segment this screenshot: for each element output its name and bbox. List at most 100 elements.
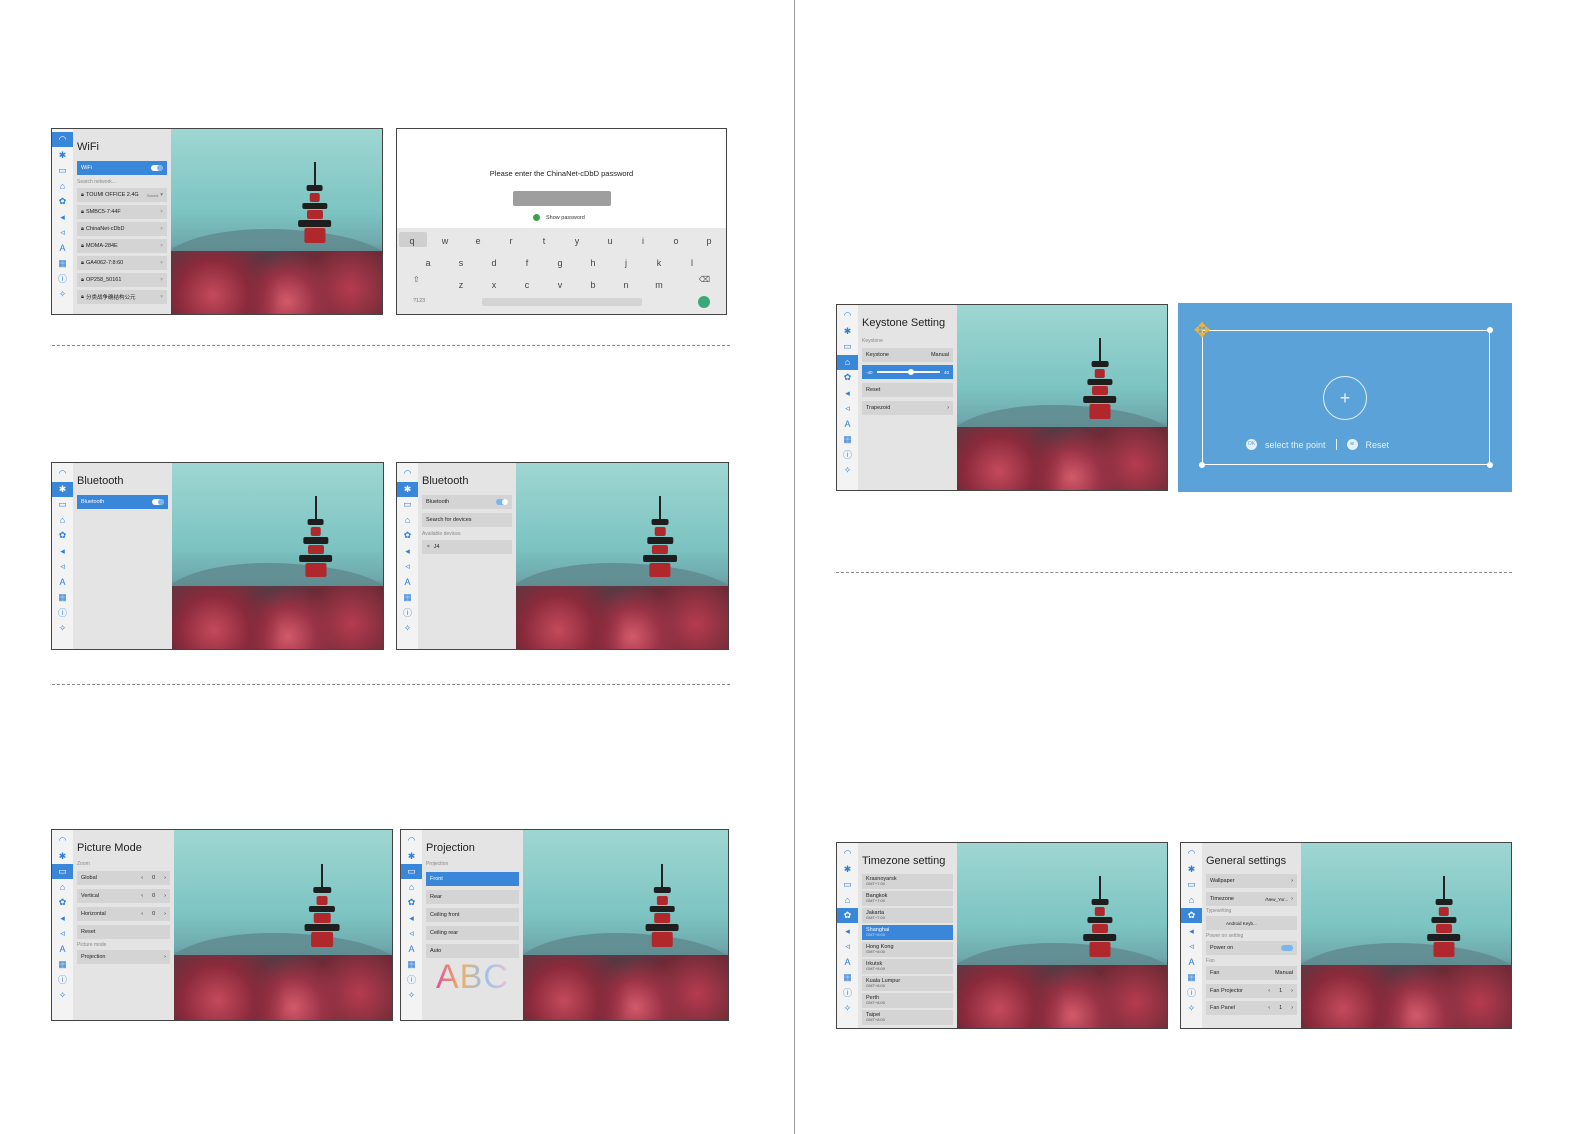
wifi-network-row[interactable]: 🔒︎ OP258_50161 ▾ [77, 273, 167, 287]
info-icon[interactable]: ⓘ [397, 606, 418, 621]
symbols-key[interactable]: ?123 [413, 298, 425, 304]
projection-option[interactable]: Auto [426, 944, 519, 958]
chevron-left-icon[interactable]: ‹ [141, 893, 143, 899]
system-icon[interactable]: ✧ [52, 621, 73, 636]
device-row[interactable]: ⁕ J4 [422, 540, 512, 554]
speaker-icon[interactable]: ◂ [397, 544, 418, 559]
volume-icon[interactable]: ◃ [401, 926, 422, 941]
keyboard-key[interactable]: i [636, 236, 650, 246]
speaker-icon[interactable]: ◂ [52, 544, 73, 559]
wifi-icon[interactable]: ◠ [837, 308, 858, 323]
keyboard-key[interactable]: a [421, 258, 435, 268]
system-icon[interactable]: ✧ [837, 1001, 858, 1016]
apps-icon[interactable]: ▦ [837, 432, 858, 447]
power-on-row[interactable]: Power on [1206, 941, 1297, 955]
volume-icon[interactable]: ◃ [1181, 939, 1202, 954]
speaker-icon[interactable]: ◂ [837, 924, 858, 939]
keyboard-key[interactable]: f [520, 258, 534, 268]
wifi-network-row[interactable]: 🔒︎ MOMA-284E ▾ [77, 239, 167, 253]
projection-option[interactable]: Ceiling front [426, 908, 519, 922]
projection-option[interactable]: Ceiling rear [426, 926, 519, 940]
projection-icon[interactable]: ⌂ [401, 880, 422, 895]
chevron-left-icon[interactable]: ‹ [1268, 988, 1270, 994]
chevron-right-icon[interactable]: › [164, 875, 166, 881]
info-icon[interactable]: ⓘ [1181, 986, 1202, 1001]
settings-icon[interactable]: ✿ [837, 908, 858, 923]
info-icon[interactable]: ⓘ [401, 973, 422, 988]
enter-key[interactable] [698, 296, 710, 308]
keystone-slider-row[interactable]: -40 40 [862, 365, 953, 379]
system-icon[interactable]: ✧ [52, 287, 73, 302]
timezone-row[interactable]: Perth GMT+8:00 [862, 993, 953, 1008]
speaker-icon[interactable]: ◂ [401, 911, 422, 926]
apps-icon[interactable]: ▦ [1181, 970, 1202, 985]
space-bar[interactable] [482, 298, 642, 306]
projection-option[interactable]: Rear [426, 890, 519, 904]
timezone-row[interactable]: Krasnoyarsk GMT+7:00 [862, 874, 953, 889]
volume-icon[interactable]: ◃ [837, 401, 858, 416]
keyboard-key[interactable]: k [652, 258, 666, 268]
apps-icon[interactable]: ▦ [837, 970, 858, 985]
apps-icon[interactable]: ▦ [52, 590, 73, 605]
power-on-toggle[interactable] [1281, 945, 1293, 951]
volume-icon[interactable]: ◃ [52, 225, 73, 240]
wifi-network-row[interactable]: 🔒︎ SMBC5-7:44F ▾ [77, 205, 167, 219]
keyboard-key[interactable]: r [504, 236, 518, 246]
timezone-row[interactable]: Irkutsk GMT+8:00 [862, 959, 953, 974]
apps-icon[interactable]: ▦ [397, 590, 418, 605]
timezone-row[interactable]: Shanghai GMT+8:00 [862, 925, 953, 940]
projection-icon[interactable]: ⌂ [837, 893, 858, 908]
reset-button[interactable]: Reset [862, 383, 953, 397]
settings-icon[interactable]: ✿ [52, 528, 73, 543]
wifi-icon[interactable]: ◠ [401, 833, 422, 848]
password-input[interactable] [513, 191, 611, 206]
system-icon[interactable]: ✧ [397, 621, 418, 636]
apps-icon[interactable]: ▦ [401, 957, 422, 972]
reset-button[interactable]: Reset [77, 925, 170, 939]
projection-icon[interactable]: ⌂ [52, 880, 73, 895]
chevron-right-icon[interactable]: › [1291, 1005, 1293, 1011]
keyboard-key[interactable]: j [619, 258, 633, 268]
backspace-icon[interactable]: ⌫ [699, 275, 710, 284]
keyboard-key[interactable]: g [553, 258, 567, 268]
bluetooth-icon[interactable]: ✱ [397, 481, 418, 497]
timezone-row[interactable]: Kuala Lumpur GMT+8:00 [862, 976, 953, 991]
keyboard-key[interactable]: v [553, 280, 567, 290]
bluetooth-icon[interactable]: ✱ [837, 324, 858, 339]
keyboard-key[interactable]: h [586, 258, 600, 268]
bluetooth-icon[interactable]: ✱ [837, 862, 858, 877]
keyboard-key[interactable]: d [487, 258, 501, 268]
bluetooth-icon[interactable]: ✱ [52, 849, 73, 864]
fan-row[interactable]: Fan Manual [1206, 966, 1297, 980]
apps-icon[interactable]: ▦ [52, 957, 73, 972]
keystone-mode-row[interactable]: Keystone Manual [862, 348, 953, 362]
chevron-left-icon[interactable]: ‹ [141, 875, 143, 881]
display-icon[interactable]: ▭ [837, 877, 858, 892]
corner-point[interactable] [1487, 462, 1493, 468]
timezone-row[interactable]: Bangkok GMT+7:00 [862, 891, 953, 906]
language-icon[interactable]: A [397, 575, 418, 590]
bluetooth-icon[interactable]: ✱ [52, 148, 73, 163]
bluetooth-icon[interactable]: ✱ [1181, 862, 1202, 877]
chevron-left-icon[interactable]: ‹ [141, 911, 143, 917]
language-icon[interactable]: A [52, 575, 73, 590]
keyboard-key[interactable]: t [537, 236, 551, 246]
display-icon[interactable]: ▭ [1181, 877, 1202, 892]
projection-icon[interactable]: ⌂ [397, 513, 418, 528]
volume-icon[interactable]: ◃ [52, 926, 73, 941]
zoom-row[interactable]: Horizontal ‹ 0 › [77, 907, 170, 921]
timezone-row[interactable]: Timezone /New_Yor... › [1206, 892, 1297, 906]
keyboard-key[interactable]: b [586, 280, 600, 290]
chevron-right-icon[interactable]: › [164, 893, 166, 899]
display-icon[interactable]: ▭ [52, 497, 73, 512]
corner-point[interactable] [1199, 462, 1205, 468]
bluetooth-toggle-row[interactable]: Bluetooth [422, 495, 512, 509]
info-icon[interactable]: ⓘ [52, 272, 73, 287]
search-devices-button[interactable]: Search for devices [422, 513, 512, 527]
language-icon[interactable]: A [837, 955, 858, 970]
keyboard-key[interactable]: y [570, 236, 584, 246]
fan-projector-row[interactable]: Fan Projector ‹ 1 › [1206, 984, 1297, 998]
bluetooth-icon[interactable]: ✱ [401, 849, 422, 864]
speaker-icon[interactable]: ◂ [837, 386, 858, 401]
projection-icon[interactable]: ⌂ [837, 354, 858, 370]
